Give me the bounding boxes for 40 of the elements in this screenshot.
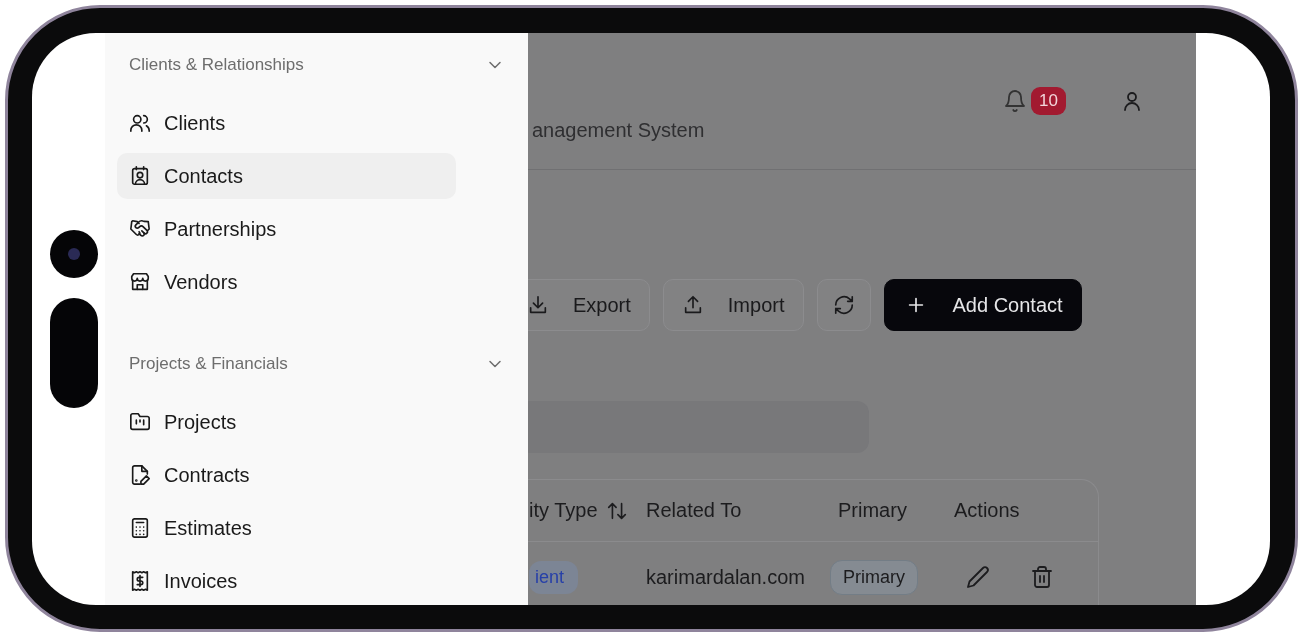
storefront-icon bbox=[129, 271, 151, 293]
camera-lens bbox=[50, 230, 98, 278]
download-icon bbox=[528, 294, 549, 316]
app-title: anagement System bbox=[532, 119, 705, 142]
receipt-dollar-icon bbox=[129, 570, 151, 592]
column-header[interactable]: Actions bbox=[954, 499, 1020, 522]
sidebar-item[interactable]: Estimates bbox=[117, 505, 516, 551]
add-contact-button[interactable]: Add Contact bbox=[883, 279, 1082, 331]
handshake-icon bbox=[129, 218, 151, 240]
column-header[interactable]: ity Type bbox=[529, 499, 598, 522]
sidebar-item[interactable]: Clients bbox=[117, 100, 516, 146]
sidebar-item[interactable]: Invoices bbox=[117, 558, 516, 604]
table-cell-text: karimardalan.com bbox=[646, 565, 806, 589]
column-header[interactable]: Primary bbox=[838, 499, 907, 522]
pencil-icon bbox=[966, 565, 990, 589]
sidebar-item[interactable]: Contacts bbox=[117, 153, 456, 199]
group-header: Projects & Financials bbox=[129, 354, 288, 374]
toolbar-button[interactable]: Import bbox=[662, 279, 804, 331]
notification-badge[interactable]: 10 bbox=[1031, 87, 1066, 115]
folder-icon bbox=[129, 411, 151, 433]
toolbar-button[interactable]: Export bbox=[528, 279, 650, 331]
group-header: Clients & Relationships bbox=[129, 55, 304, 75]
delete-button[interactable] bbox=[1030, 565, 1054, 589]
column-header[interactable]: Related To bbox=[646, 499, 742, 522]
primary-badge: Primary bbox=[830, 559, 918, 595]
users-icon bbox=[129, 112, 151, 134]
refresh-icon bbox=[832, 294, 855, 316]
type-tag: ient bbox=[529, 560, 579, 594]
sidebar-item[interactable]: Contracts bbox=[117, 452, 516, 498]
search-field[interactable] bbox=[528, 401, 869, 453]
contact-card-icon bbox=[129, 165, 151, 187]
sidebar-item[interactable]: Vendors bbox=[117, 259, 516, 305]
calculator-icon bbox=[129, 517, 151, 539]
sidebar-item[interactable]: Projects bbox=[117, 399, 516, 445]
document-pen-icon bbox=[129, 464, 151, 486]
refresh-button[interactable] bbox=[816, 279, 871, 331]
trash-icon bbox=[1030, 565, 1054, 589]
bell-icon bbox=[1003, 89, 1028, 113]
sidebar-item[interactable]: Partnerships bbox=[117, 206, 516, 252]
edit-button[interactable] bbox=[966, 565, 990, 589]
